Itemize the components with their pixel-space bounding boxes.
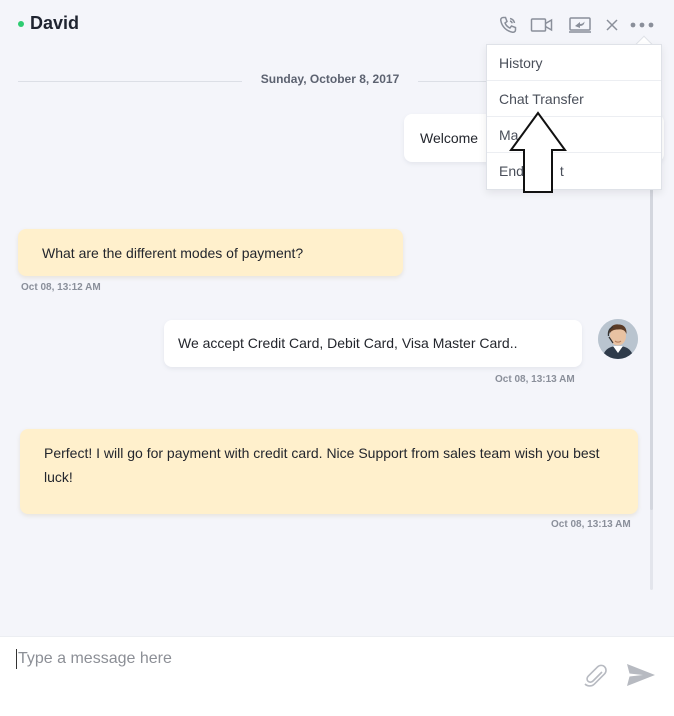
menu-item-label: Chat Transfer (499, 91, 584, 107)
send-icon[interactable] (626, 663, 658, 691)
video-icon[interactable] (530, 14, 554, 36)
message-text: What are the different modes of payment? (42, 245, 304, 261)
message-composer (0, 636, 674, 716)
message-timestamp: Oct 08, 13:13 AM (495, 374, 575, 385)
message-bubble-customer: What are the different modes of payment? (18, 229, 403, 276)
contact-name: David (30, 13, 80, 33)
menu-item-label: History (499, 55, 543, 71)
agent-avatar (598, 319, 638, 359)
more-icon[interactable] (630, 14, 654, 36)
annotation-up-arrow (509, 111, 567, 193)
menu-item-history[interactable]: History (487, 45, 661, 81)
chat-window: David Sunday, October 8, 2017 Welcome Wh… (0, 0, 674, 716)
screen-share-icon[interactable] (568, 14, 592, 36)
text-cursor (16, 649, 17, 669)
message-text: We accept Credit Card, Debit Card, Visa … (178, 335, 518, 351)
message-timestamp: Oct 08, 13:13 AM (551, 519, 631, 530)
message-text: Perfect! I will go for payment with cred… (44, 445, 600, 485)
chat-header: David (0, 0, 674, 48)
divider-line (18, 81, 242, 82)
phone-icon[interactable] (496, 14, 520, 36)
message-input[interactable] (18, 645, 558, 673)
scrollbar-thumb[interactable] (650, 150, 653, 510)
message-timestamp: Oct 08, 13:12 AM (21, 282, 101, 293)
close-icon[interactable] (600, 14, 624, 36)
message-bubble-agent: We accept Credit Card, Debit Card, Visa … (164, 320, 582, 367)
online-status-dot (18, 21, 24, 27)
message-bubble-customer: Perfect! I will go for payment with cred… (20, 429, 638, 514)
attachment-icon[interactable] (582, 663, 610, 691)
message-text: Welcome (420, 130, 479, 146)
date-label: Sunday, October 8, 2017 (260, 72, 400, 86)
